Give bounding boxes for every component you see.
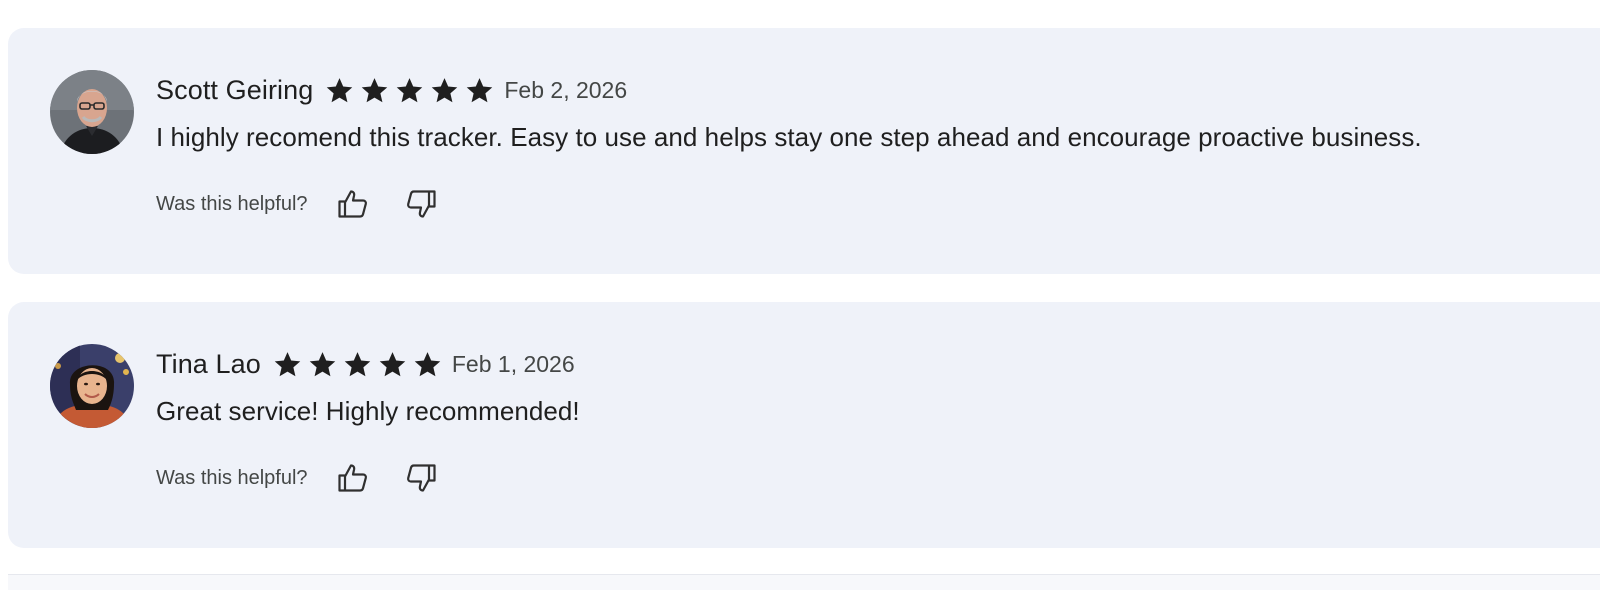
star-icon bbox=[467, 77, 493, 102]
helpful-label: Was this helpful? bbox=[156, 192, 308, 215]
review-header: Scott Geiring Feb 2, 2026 bbox=[156, 74, 627, 106]
avatar bbox=[50, 344, 134, 428]
thumbs-up-icon bbox=[337, 190, 367, 218]
star-icon bbox=[327, 77, 353, 102]
thumbs-down-button[interactable] bbox=[402, 185, 440, 223]
reviewer-name: Scott Geiring bbox=[156, 74, 314, 105]
avatar-image bbox=[50, 344, 134, 428]
review-header: Tina Lao Feb 1, 2026 bbox=[156, 348, 575, 380]
star-icon bbox=[379, 351, 406, 376]
helpful-row: Was this helpful? bbox=[156, 460, 470, 496]
review-text: I highly recomend this tracker. Easy to … bbox=[156, 122, 1422, 152]
helpful-label: Was this helpful? bbox=[156, 466, 308, 489]
thumbs-up-icon bbox=[337, 464, 367, 492]
star-icon bbox=[362, 77, 388, 102]
thumbs-down-icon bbox=[406, 464, 436, 492]
star-icon bbox=[432, 77, 458, 102]
star-rating bbox=[273, 350, 448, 379]
star-icon bbox=[344, 351, 371, 376]
review-card: Tina Lao Feb 1, 2026 Great service! High… bbox=[8, 302, 1600, 548]
review-date: Feb 2, 2026 bbox=[504, 76, 628, 103]
helpful-row: Was this helpful? bbox=[156, 186, 470, 222]
next-review-card-edge bbox=[8, 574, 1600, 590]
star-icon bbox=[309, 351, 336, 376]
review-text: Great service! Highly recommended! bbox=[156, 396, 580, 426]
star-icon bbox=[274, 351, 301, 376]
thumbs-down-icon bbox=[406, 190, 436, 218]
review-card: Scott Geiring Feb 2, 2026 I highly recom… bbox=[8, 28, 1600, 274]
thumbs-up-button[interactable] bbox=[334, 185, 372, 223]
thumbs-up-button[interactable] bbox=[334, 459, 372, 497]
reviewer-name: Tina Lao bbox=[156, 348, 261, 379]
star-icon bbox=[414, 351, 441, 376]
avatar bbox=[50, 70, 134, 154]
thumbs-down-button[interactable] bbox=[402, 459, 440, 497]
review-date: Feb 1, 2026 bbox=[451, 350, 575, 377]
avatar-image bbox=[50, 70, 134, 154]
star-rating bbox=[325, 76, 500, 105]
star-icon bbox=[397, 77, 423, 102]
reviews-list: Scott Geiring Feb 2, 2026 I highly recom… bbox=[0, 0, 1600, 590]
